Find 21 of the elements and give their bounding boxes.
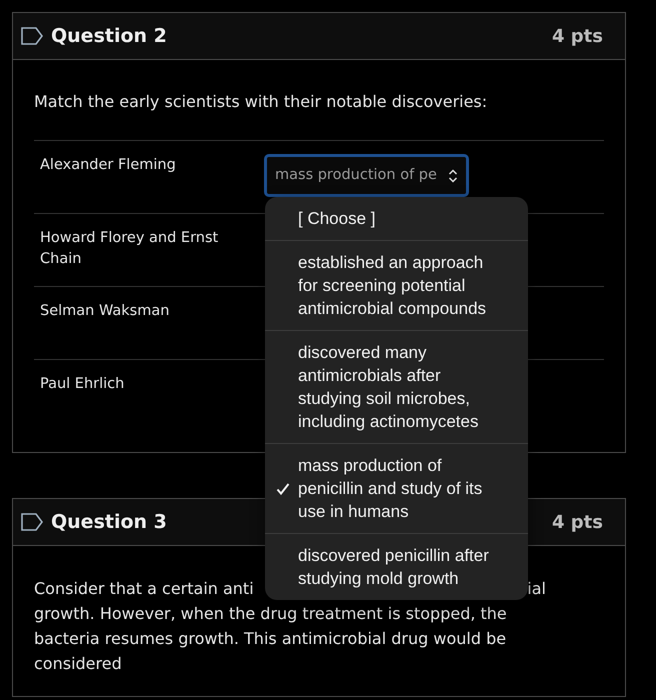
menu-option[interactable]: established an approach for screening potential antimicrobial compounds — [265, 240, 528, 330]
tag-icon — [21, 513, 43, 531]
scientist-label: Alexander Fleming — [40, 156, 177, 175]
select-field[interactable]: mass production of pe — [264, 154, 469, 197]
question-title: Question 3 — [51, 510, 167, 535]
question-text: ial — [527, 578, 546, 600]
menu-option[interactable]: mass production of penicillin and study of its use in humans — [265, 443, 528, 533]
scientist-label: Selman Waksman — [40, 302, 170, 321]
menu-option[interactable]: discovered penicillin after studying mold growth — [265, 533, 528, 600]
question-text: Consider that a certain anti — [34, 578, 254, 600]
menu-option[interactable]: [ Choose ] — [265, 197, 528, 240]
question-title: Question 2 — [51, 24, 167, 49]
menu-option[interactable]: discovered many antimicrobials after studying soil microbes, including actinomycetes — [265, 330, 528, 443]
question-text: growth. However, when the drug treatment is stopped, the bacteria resumes growth. This antimicrobial drug would be considered — [34, 603, 508, 675]
question-prompt: Match the early scientists with their notable discoveries: — [34, 91, 488, 113]
points-label: 4 pts — [552, 510, 603, 534]
chevron-updown-icon — [448, 168, 458, 182]
scientist-label: Paul Ehrlich — [40, 375, 126, 394]
scientist-label: Howard Florey and Ernst Chain — [40, 229, 220, 269]
tag-icon — [21, 27, 43, 45]
points-label: 4 pts — [552, 24, 603, 48]
